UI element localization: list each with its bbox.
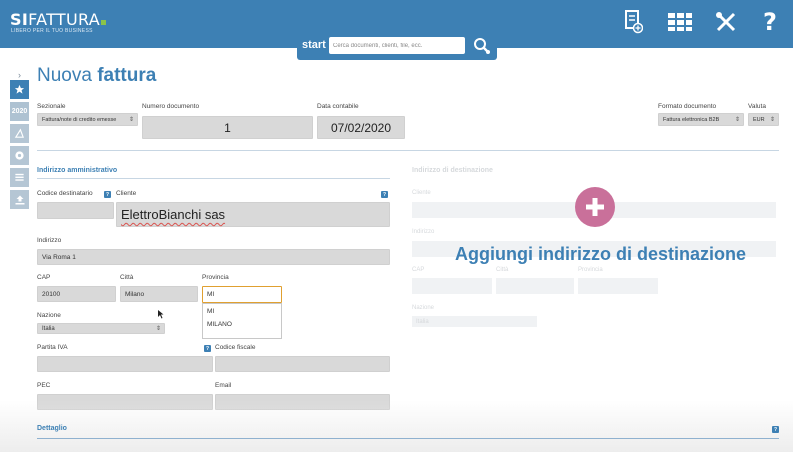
formato-label: Formato documento xyxy=(658,103,717,110)
citta-input[interactable]: Milano xyxy=(120,286,198,302)
help-icon[interactable]: ? xyxy=(381,191,388,198)
sidebar-item-year[interactable]: 2020 xyxy=(10,102,29,121)
sidebar-item-triangle[interactable] xyxy=(10,124,29,143)
search-label: start xyxy=(302,39,326,51)
add-destination-text[interactable]: Aggiungi indirizzo di destinazione xyxy=(455,244,746,265)
formato-select[interactable]: Fattura elettronica B2B ⇕ xyxy=(658,113,744,126)
upload-icon xyxy=(15,195,24,204)
destination-provincia-label: Provincia xyxy=(578,267,603,273)
destination-title: Indirizzo di destinazione xyxy=(412,167,493,174)
destination-nazione-select: Italia xyxy=(412,316,537,327)
mouse-cursor-icon xyxy=(158,310,164,319)
autocomplete-option[interactable]: MILANO xyxy=(203,317,281,330)
codice-fiscale-input[interactable] xyxy=(215,356,390,372)
help-icon[interactable]: ? xyxy=(759,9,781,35)
sidebar-item-favorites[interactable] xyxy=(10,80,29,99)
tools-icon[interactable] xyxy=(715,9,737,35)
partita-iva-label: Partita IVA xyxy=(37,344,68,351)
cliente-label: Cliente xyxy=(116,190,137,197)
brand-dot xyxy=(101,20,107,25)
brand-name-bold: SI xyxy=(10,10,29,29)
chevron-updown-icon: ⇕ xyxy=(155,326,161,332)
page-title-light: Nuova xyxy=(37,65,92,86)
grid-icon[interactable] xyxy=(667,9,693,35)
nazione-select[interactable]: Italia ⇕ xyxy=(37,323,165,334)
triangle-icon xyxy=(14,128,24,138)
detail-title: Dettaglio xyxy=(37,425,67,432)
codice-destinatario-input[interactable] xyxy=(37,202,114,219)
page-title-bold: fattura xyxy=(97,65,157,86)
sidebar: 2020 xyxy=(10,80,29,212)
help-icon[interactable]: ? xyxy=(204,345,211,352)
cliente-input[interactable]: ElettroBianchi sas xyxy=(116,202,390,227)
search-icon[interactable] xyxy=(473,37,491,60)
valuta-value: EUR xyxy=(753,116,765,123)
codice-fiscale-label: Codice fiscale xyxy=(215,344,256,351)
email-label: Email xyxy=(215,382,232,389)
sidebar-toggle-icon[interactable]: › xyxy=(18,70,21,80)
help-icon[interactable]: ? xyxy=(104,191,111,198)
admin-address-divider xyxy=(37,178,390,179)
valuta-label: Valuta xyxy=(748,103,766,110)
chevron-updown-icon: ⇕ xyxy=(734,117,740,123)
destination-indirizzo-label: Indirizzo xyxy=(412,229,435,235)
provincia-autocomplete: MI MILANO xyxy=(202,303,282,339)
bottom-fade xyxy=(0,400,793,452)
indirizzo-label: Indirizzo xyxy=(37,237,62,244)
year-badge: 2020 xyxy=(11,108,28,115)
destination-cliente-label: Cliente xyxy=(412,190,431,196)
document-add-icon[interactable] xyxy=(623,9,645,35)
chevron-updown-icon: ⇕ xyxy=(769,117,775,123)
sezionale-label: Sezionale xyxy=(37,103,66,110)
valuta-select[interactable]: EUR ⇕ xyxy=(748,113,779,126)
add-destination-button[interactable] xyxy=(575,187,615,227)
provincia-label: Provincia xyxy=(202,274,229,281)
numero-input[interactable]: 1 xyxy=(142,116,313,139)
admin-address-title: Indirizzo amministrativo xyxy=(37,167,118,174)
pec-label: PEC xyxy=(37,382,51,389)
nazione-value: Italia xyxy=(42,325,55,332)
help-icon[interactable]: ? xyxy=(772,426,779,433)
destination-citta-input xyxy=(496,278,574,294)
chevron-updown-icon: ⇕ xyxy=(128,117,134,123)
codice-destinatario-label: Codice destinatario xyxy=(37,190,93,197)
gear-circle-icon xyxy=(15,151,24,160)
brand-logo[interactable]: SIFATTURA xyxy=(10,10,107,29)
sidebar-item-settings[interactable] xyxy=(10,146,29,165)
nazione-label: Nazione xyxy=(37,312,61,319)
sezionale-value: Fattura/note di credito emesse xyxy=(42,116,117,123)
page-title: Nuova fattura xyxy=(37,65,156,87)
sidebar-item-upload[interactable] xyxy=(10,190,29,209)
plus-icon xyxy=(586,198,604,216)
search-input[interactable] xyxy=(329,37,465,54)
data-label: Data contabile xyxy=(317,103,359,110)
brand-name-thin: FATTURA xyxy=(28,10,101,29)
destination-cap-label: CAP xyxy=(412,267,425,273)
detail-divider xyxy=(37,438,779,439)
cap-input[interactable]: 20100 xyxy=(37,286,116,302)
provincia-input[interactable]: MI xyxy=(202,286,282,303)
data-input[interactable]: 07/02/2020 xyxy=(317,116,405,139)
destination-provincia-input xyxy=(578,278,658,294)
numero-label: Numero documento xyxy=(142,103,200,110)
destination-nazione-label: Nazione xyxy=(412,305,435,311)
citta-label: Città xyxy=(120,274,134,281)
search-bar: start xyxy=(297,33,497,60)
svg-text:?: ? xyxy=(763,10,777,34)
cliente-value: ElettroBianchi sas xyxy=(121,207,226,222)
list-icon xyxy=(15,173,24,181)
sezionale-select[interactable]: Fattura/note di credito emesse ⇕ xyxy=(37,113,138,126)
formato-value: Fattura elettronica B2B xyxy=(663,116,720,123)
header-divider xyxy=(37,150,779,151)
indirizzo-input[interactable]: Via Roma 1 xyxy=(37,249,390,265)
destination-cap-input xyxy=(412,278,492,294)
sidebar-item-list[interactable] xyxy=(10,168,29,187)
top-actions: ? xyxy=(623,9,781,35)
destination-citta-label: Città xyxy=(496,267,509,273)
partita-iva-input[interactable] xyxy=(37,356,213,372)
star-icon xyxy=(14,84,25,94)
brand-tagline: LIBERO PER IL TUO BUSINESS xyxy=(11,28,93,34)
autocomplete-option[interactable]: MI xyxy=(203,304,281,317)
cap-label: CAP xyxy=(37,274,51,281)
